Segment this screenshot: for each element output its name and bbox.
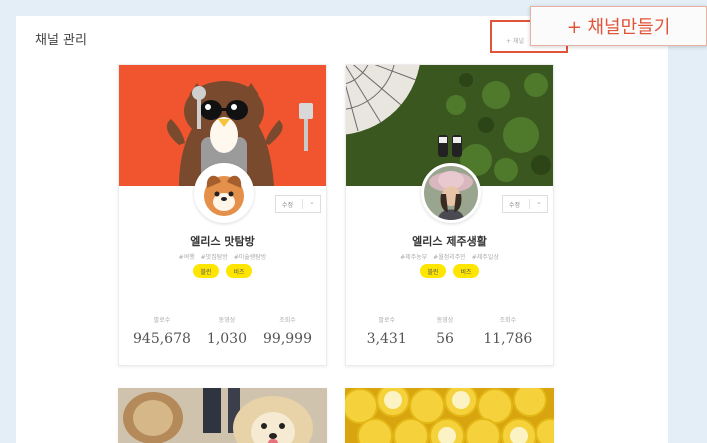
edit-label: 수정: [509, 201, 521, 209]
channel-badges: 블린 비즈: [119, 264, 326, 278]
badge-pill: 블린: [420, 264, 446, 278]
stat-followers: 팔로수 3,431: [367, 315, 407, 347]
stat-value: 99,999: [263, 331, 312, 347]
page-title: 채널 관리: [35, 33, 87, 48]
create-channel-callout[interactable]: + 채널만들기: [530, 6, 707, 46]
edit-channel-button[interactable]: 수정 ⌄: [275, 195, 321, 213]
channel-management-panel: 채널 관리 + 채널 수정 ⌄ 엘리스 맛탐방 #여행 #맛집탐방 #미슐랭탐방…: [16, 16, 668, 443]
badge-pill: 블린: [193, 264, 219, 278]
badge-pill: 비즈: [453, 264, 479, 278]
tag[interactable]: #미슐랭탐방: [234, 254, 267, 261]
stat-label: 팔로수: [153, 317, 171, 324]
channel-tags: #여행 #맛집탐방 #미슐랭탐방: [119, 252, 326, 261]
channel-card[interactable]: [118, 388, 327, 443]
stat-value: 1,030: [206, 331, 247, 347]
channel-card[interactable]: [345, 388, 554, 443]
chevron-down-icon[interactable]: ⌄: [309, 198, 315, 206]
stat-value: 3,431: [366, 331, 407, 347]
stat-label: 동영상: [218, 317, 236, 324]
stat-views: 조회수 11,786: [483, 315, 532, 347]
stat-label: 조회수: [499, 317, 517, 324]
edit-label: 수정: [282, 201, 294, 209]
channel-card[interactable]: 수정 ⌄ 엘리스 맛탐방 #여행 #맛집탐방 #미슐랭탐방 블린 비즈 팔로수 …: [118, 64, 327, 366]
chevron-down-icon[interactable]: ⌄: [536, 198, 542, 206]
stat-videos: 동영상 56: [436, 315, 454, 347]
channel-avatar: [194, 163, 254, 223]
badge-pill: 비즈: [226, 264, 252, 278]
stat-videos: 동영상 1,030: [207, 315, 247, 347]
channel-cover-image: [345, 388, 554, 443]
tag[interactable]: #제주일상: [472, 254, 499, 261]
edit-channel-button[interactable]: 수정 ⌄: [502, 195, 548, 213]
channel-tags: #제주농부 #월정리주민 #제주일상: [346, 252, 553, 261]
channel-badges: 블린 비즈: [346, 264, 553, 278]
tag[interactable]: #여행: [179, 254, 195, 261]
channel-stats: 팔로수 3,431 동영상 56 조회수 11,786: [346, 315, 553, 347]
channel-card[interactable]: 수정 ⌄ 엘리스 제주생활 #제주농부 #월정리주민 #제주일상 블린 비즈 팔…: [345, 64, 554, 366]
tag[interactable]: #맛집탐방: [201, 254, 228, 261]
stat-followers: 팔로수 945,678: [133, 315, 191, 347]
channel-stats: 팔로수 945,678 동영상 1,030 조회수 99,999: [119, 315, 326, 347]
channel-cover-image: [118, 388, 327, 443]
channel-name: 엘리스 제주생활: [412, 235, 487, 248]
tag[interactable]: #제주농부: [400, 254, 427, 261]
stat-label: 동영상: [436, 317, 454, 324]
stat-value: 945,678: [133, 331, 191, 347]
channel-name: 엘리스 맛탐방: [190, 235, 255, 248]
stat-views: 조회수 99,999: [263, 315, 312, 347]
channel-avatar: [421, 163, 481, 223]
stat-label: 팔로수: [378, 317, 395, 324]
stat-label: 조회수: [279, 317, 296, 324]
stat-value: 56: [436, 331, 454, 347]
divider: [302, 199, 303, 209]
divider: [529, 199, 530, 209]
tag[interactable]: #월정리주민: [433, 254, 466, 261]
stat-value: 11,786: [483, 331, 533, 347]
